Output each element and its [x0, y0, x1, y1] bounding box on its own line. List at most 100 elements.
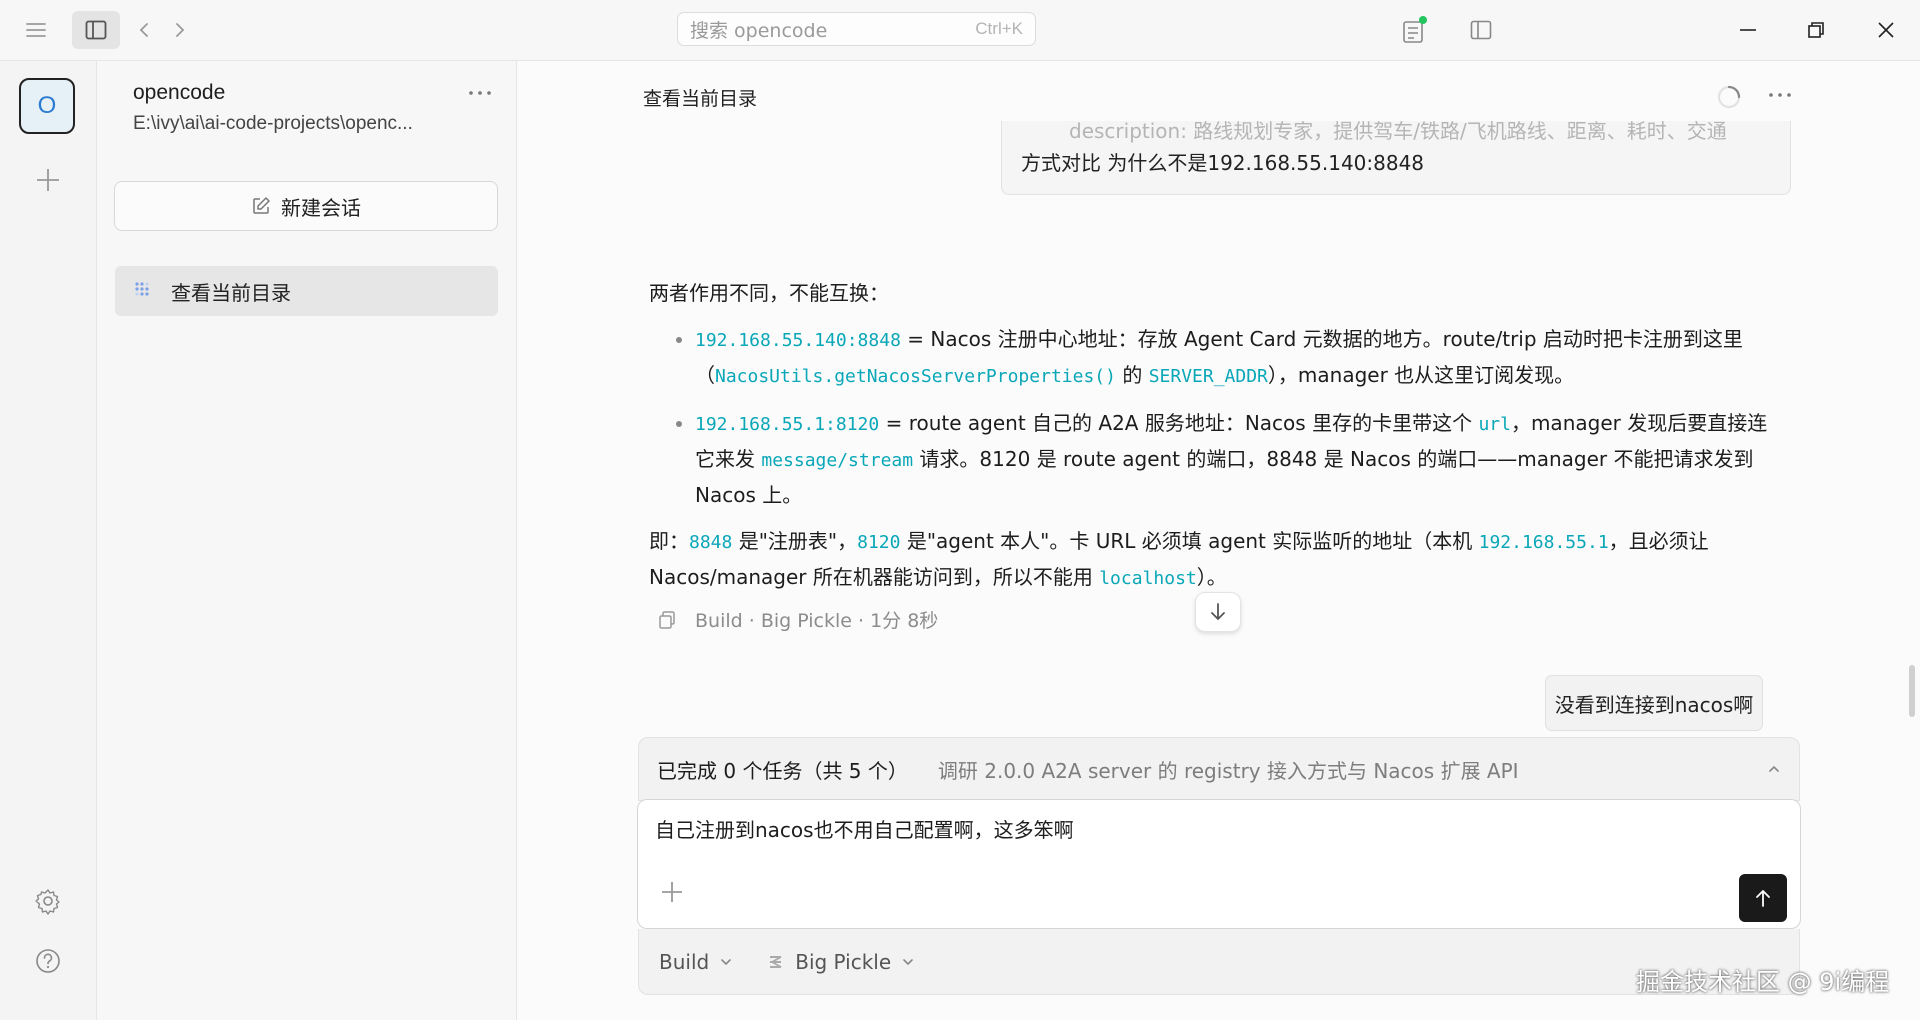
bullet-text: ），manager 也从这里订阅发现。 — [1267, 363, 1575, 387]
composer-options-bar: Build Big Pickle — [638, 929, 1800, 995]
session-item[interactable]: 查看当前目录 — [115, 266, 498, 316]
toggle-sidebar-button[interactable] — [72, 11, 120, 49]
project-name: opencode — [133, 81, 226, 104]
session-menu-button[interactable] — [1767, 83, 1797, 107]
agent-select[interactable]: Build — [659, 950, 733, 974]
close-button[interactable] — [1868, 16, 1904, 44]
more-horizontal-icon — [469, 91, 491, 95]
new-session-button[interactable]: 新建会话 — [114, 181, 498, 231]
code-path: message/stream — [761, 450, 914, 471]
answer-bullet-nacos: 192.168.55.140:8848 = Nacos 注册中心地址：存放 Ag… — [676, 322, 1769, 394]
chevron-down-icon — [721, 958, 732, 965]
code-function: NacosUtils.getNacosServerProperties() — [715, 366, 1116, 387]
toggle-right-panel-button[interactable] — [1466, 16, 1496, 44]
message-meta: Build · Big Pickle · 1分 8秒 — [657, 606, 938, 633]
code-url: url — [1478, 414, 1511, 435]
answer-bullet-agent: 192.168.55.1:8120 = route agent 自己的 A2A … — [676, 406, 1769, 512]
copy-icon[interactable] — [657, 610, 677, 630]
plus-icon — [37, 169, 59, 191]
model-select[interactable]: Big Pickle — [767, 950, 915, 974]
sidebar-panel-icon — [85, 20, 107, 40]
settings-button[interactable] — [34, 887, 62, 915]
add-attachment-button[interactable] — [660, 880, 684, 904]
search-placeholder: 搜索 opencode — [690, 19, 828, 42]
project-avatar-letter: O — [37, 92, 57, 119]
session-header-title: 查看当前目录 — [643, 88, 758, 110]
session-title: 查看当前目录 — [171, 280, 291, 305]
previous-message-text: 方式对比 为什么不是192.168.55.140:8848 — [1021, 151, 1425, 175]
answer-list: 192.168.55.140:8848 = Nacos 注册中心地址：存放 Ag… — [649, 322, 1769, 512]
summary-text: 是"注册表"， — [732, 529, 858, 553]
send-button[interactable] — [1739, 874, 1787, 922]
menu-icon[interactable] — [22, 16, 50, 44]
restore-icon — [1808, 22, 1824, 38]
scroll-to-bottom-button[interactable] — [1195, 592, 1241, 632]
status-icon — [1403, 16, 1427, 43]
user-message: 没看到连接到nacos啊 — [1545, 675, 1763, 731]
search-shortcut: Ctrl+K — [975, 19, 1023, 38]
loading-dots-icon — [135, 282, 149, 296]
arrow-down-icon — [1211, 603, 1225, 620]
project-rail: O — [0, 61, 97, 1020]
previous-user-message: description: 路线规划专家，提供驾车/铁路/飞机路线、距离、耗时、交… — [1001, 121, 1791, 195]
chevron-down-icon — [903, 958, 913, 965]
status-button[interactable] — [1400, 14, 1430, 46]
gear-icon — [35, 889, 60, 915]
tasks-count: 已完成 0 个任务（共 5 个） — [657, 758, 908, 783]
model-provider-icon — [770, 955, 782, 968]
code-port-8120: 8120 — [857, 532, 901, 553]
answer-intro: 两者作用不同，不能互换： — [649, 281, 889, 305]
todo-progress-bar[interactable]: 已完成 0 个任务（共 5 个） 调研 2.0.0 A2A server 的 r… — [638, 737, 1800, 801]
agent-select-value: Build — [659, 949, 710, 974]
watermark: 掘金技术社区 @ 9i编程 — [1636, 968, 1890, 996]
chevron-left-icon — [139, 23, 148, 37]
arrow-up-icon — [1756, 890, 1770, 907]
project-path: E:\ivy\ai\ai-code-projects\openc... — [133, 113, 413, 134]
back-button[interactable] — [134, 16, 154, 44]
chevron-right-icon — [176, 23, 185, 37]
code-port-8848: 8848 — [689, 532, 733, 553]
add-project-button[interactable] — [34, 166, 62, 194]
chat-main: 查看当前目录 description: 路线规划专家，提供驾车/铁路/飞机路线、… — [517, 61, 1920, 1020]
session-status-spinner — [1716, 84, 1742, 110]
plus-icon — [662, 882, 682, 902]
project-avatar[interactable]: O — [19, 78, 75, 134]
code-agent-address: 192.168.55.1:8120 — [695, 414, 880, 435]
code-ip: 192.168.55.1 — [1478, 532, 1609, 553]
code-localhost: localhost — [1099, 568, 1197, 589]
more-horizontal-icon — [1769, 93, 1791, 97]
help-button[interactable] — [34, 947, 62, 975]
code-nacos-address: 192.168.55.140:8848 — [695, 330, 901, 351]
restore-button[interactable] — [1798, 16, 1834, 44]
composer-input[interactable]: 自己注册到nacos也不用自己配置啊，这多笨啊 — [655, 814, 1074, 843]
code-variable: SERVER_ADDR — [1148, 366, 1268, 387]
assistant-message: 两者作用不同，不能互换： 192.168.55.140:8848 = Nacos… — [649, 276, 1769, 596]
previous-message-faded-line: description: 路线规划专家，提供驾车/铁路/飞机路线、距离、耗时、交… — [1069, 121, 1727, 143]
title-bar: 搜索 opencode Ctrl+K — [0, 0, 1920, 61]
summary-text: 是"agent 本人"。卡 URL 必须填 agent 实际监听的地址（本机 — [900, 529, 1479, 553]
forward-button[interactable] — [170, 16, 190, 44]
summary-text: ）。 — [1196, 565, 1227, 589]
session-sidebar: opencode E:\ivy\ai\ai-code-projects\open… — [97, 61, 517, 1020]
bullet-text: 的 — [1115, 363, 1149, 387]
message-meta-text: Build · Big Pickle · 1分 8秒 — [695, 610, 939, 632]
project-menu-button[interactable] — [467, 83, 495, 103]
minimize-button[interactable] — [1730, 16, 1766, 44]
summary-text: 即： — [649, 529, 689, 553]
close-icon — [1878, 22, 1894, 38]
user-message-text: 没看到连接到nacos啊 — [1554, 692, 1754, 717]
chevron-up-icon[interactable] — [1767, 764, 1781, 774]
edit-icon — [253, 197, 270, 214]
right-panel-icon — [1470, 20, 1492, 40]
message-composer[interactable]: 自己注册到nacos也不用自己配置啊，这多笨啊 — [637, 799, 1801, 929]
model-select-value: Big Pickle — [795, 949, 892, 974]
search-input[interactable]: 搜索 opencode Ctrl+K — [677, 12, 1036, 46]
tasks-current: 调研 2.0.0 A2A server 的 registry 接入方式与 Nac… — [937, 758, 1519, 783]
new-session-label: 新建会话 — [281, 195, 361, 220]
minimize-icon — [1740, 29, 1756, 31]
spinner-icon — [1717, 85, 1741, 109]
answer-summary: 即：8848 是"注册表"，8120 是"agent 本人"。卡 URL 必须填… — [649, 524, 1769, 596]
help-icon — [36, 949, 60, 973]
bullet-text: = route agent 自己的 A2A 服务地址：Nacos 里存的卡里带这… — [879, 411, 1479, 435]
scrollbar-thumb[interactable] — [1909, 665, 1915, 717]
